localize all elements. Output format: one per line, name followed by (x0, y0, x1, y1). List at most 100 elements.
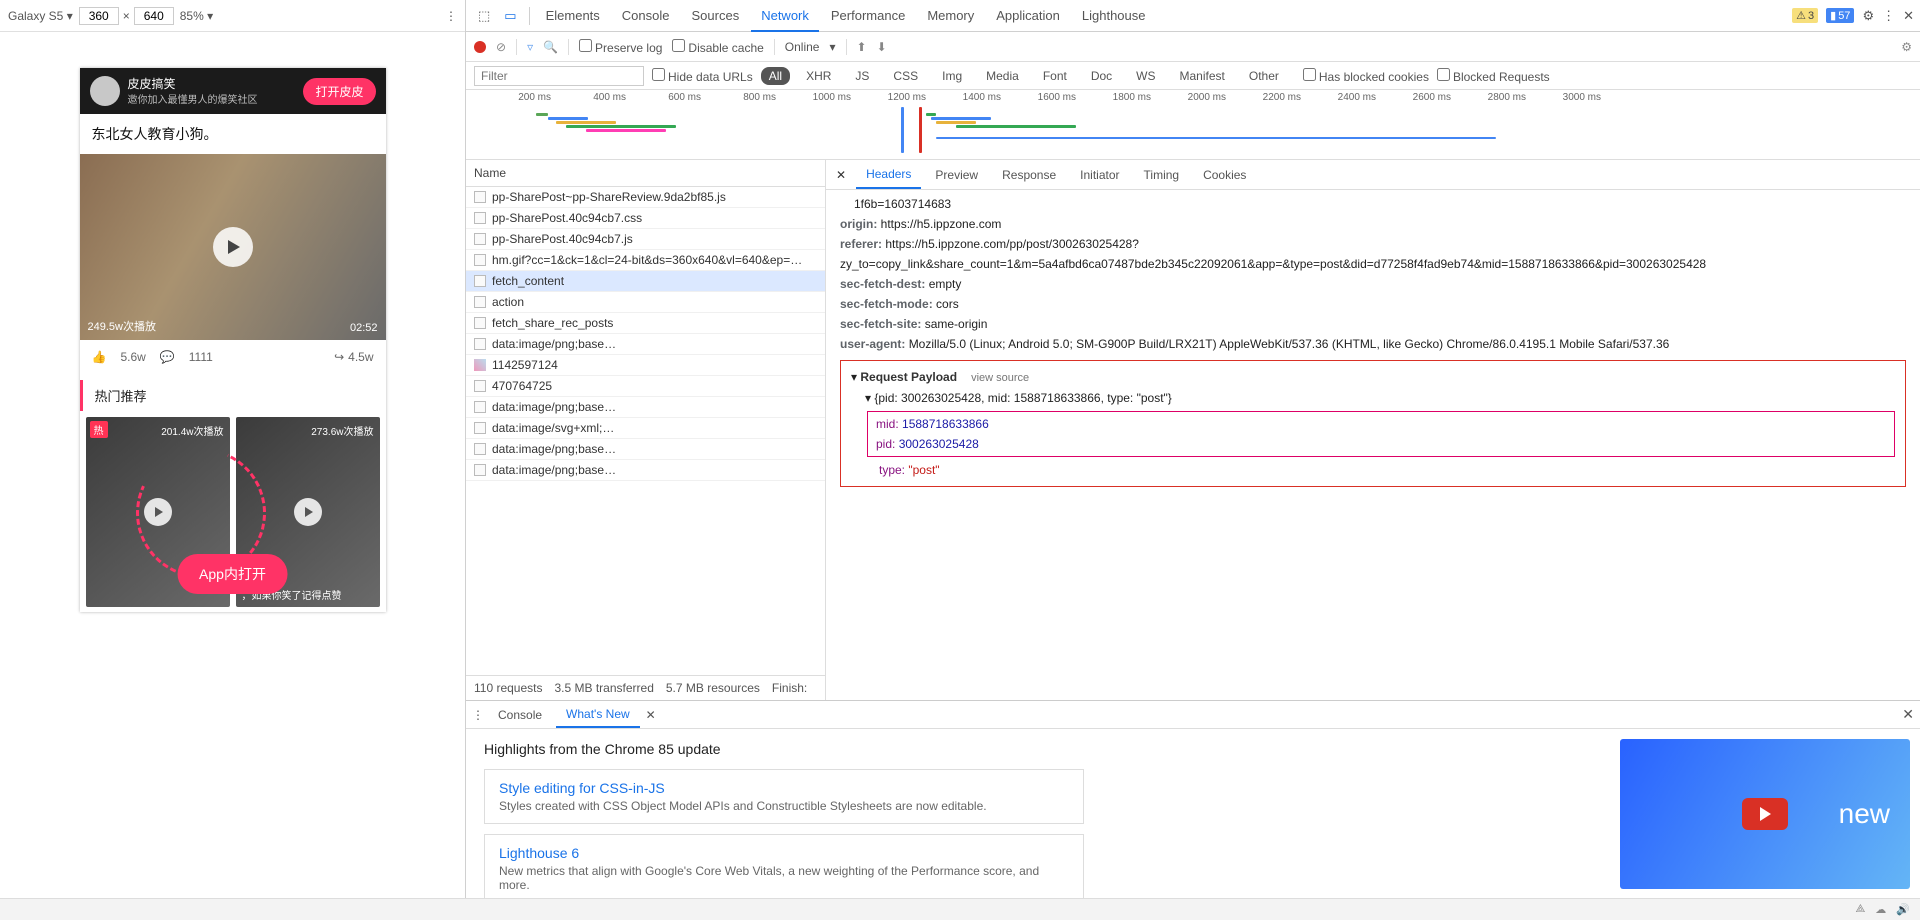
whatsnew-video-thumbnail[interactable]: new (1620, 739, 1910, 889)
drawer-tab-console[interactable]: Console (488, 702, 552, 728)
inspect-icon[interactable]: ⬚ (472, 4, 496, 28)
drawer-tab-whatsnew[interactable]: What's New (556, 701, 640, 728)
viewport-height-input[interactable] (134, 7, 174, 25)
more-icon[interactable]: ⋮ (1882, 8, 1895, 24)
tab-lighthouse[interactable]: Lighthouse (1072, 0, 1156, 31)
request-row[interactable]: pp-SharePost~pp-ShareReview.9da2bf85.js (466, 187, 825, 208)
devtools-drawer: ⋮ Console What's New✕ ✕ Highlights from … (466, 700, 1920, 920)
settings-icon[interactable]: ⚙ (1862, 8, 1874, 24)
request-row[interactable]: fetch_content (466, 271, 825, 292)
request-row[interactable]: 1142597124 (466, 355, 825, 376)
tab-headers[interactable]: Headers (856, 160, 921, 189)
tab-cookies[interactable]: Cookies (1193, 161, 1256, 189)
record-button[interactable] (474, 41, 486, 53)
file-type-icon (474, 464, 486, 476)
share-icon[interactable]: ↪ (334, 350, 344, 364)
blocked-cookies-checkbox[interactable]: Has blocked cookies (1303, 68, 1429, 84)
request-name: fetch_share_rec_posts (492, 316, 613, 330)
drawer-more-icon[interactable]: ⋮ (472, 708, 484, 722)
tab-performance[interactable]: Performance (821, 0, 915, 31)
filter-input[interactable] (474, 66, 644, 86)
network-settings-icon[interactable]: ⚙ (1901, 40, 1912, 54)
whatsnew-card[interactable]: Lighthouse 6New metrics that align with … (484, 834, 1084, 903)
open-in-app-button[interactable]: App内打开 (177, 554, 288, 594)
whatsnew-card[interactable]: Style editing for CSS-in-JSStyles create… (484, 769, 1084, 824)
tab-memory[interactable]: Memory (917, 0, 984, 31)
clear-icon[interactable]: ⊘ (496, 40, 506, 54)
request-row[interactable]: data:image/png;base… (466, 439, 825, 460)
close-detail-icon[interactable]: ✕ (830, 168, 852, 182)
drawer-close-icon[interactable]: ✕ (1902, 706, 1914, 723)
filter-all[interactable]: All (761, 67, 790, 85)
payload-annotation-box: ▾ Request Payloadview source ▾ {pid: 300… (840, 360, 1906, 487)
request-row[interactable]: pp-SharePost.40c94cb7.css (466, 208, 825, 229)
disable-cache-checkbox[interactable]: Disable cache (672, 39, 763, 55)
request-row[interactable]: pp-SharePost.40c94cb7.js (466, 229, 825, 250)
tab-initiator[interactable]: Initiator (1070, 161, 1129, 189)
tab-sources[interactable]: Sources (682, 0, 750, 31)
filter-other[interactable]: Other (1241, 67, 1287, 85)
request-row[interactable]: data:image/png;base… (466, 397, 825, 418)
view-source-link[interactable]: view source (971, 372, 1029, 384)
tab-response[interactable]: Response (992, 161, 1066, 189)
file-type-icon (474, 422, 486, 434)
filter-doc[interactable]: Doc (1083, 67, 1120, 85)
request-row[interactable]: fetch_share_rec_posts (466, 313, 825, 334)
open-app-button[interactable]: 打开皮皮 (303, 78, 375, 105)
timeline-tick: 2000 ms (1151, 92, 1226, 103)
preserve-log-checkbox[interactable]: Preserve log (579, 39, 662, 55)
filter-toggle-icon[interactable]: ▿ (527, 40, 533, 54)
blocked-requests-checkbox[interactable]: Blocked Requests (1437, 68, 1550, 84)
request-row[interactable]: 470764725 (466, 376, 825, 397)
play-icon[interactable] (213, 227, 253, 267)
tab-timing[interactable]: Timing (1134, 161, 1190, 189)
viewport-width-input[interactable] (79, 7, 119, 25)
close-icon[interactable]: ✕ (1903, 8, 1914, 24)
tray-icon[interactable]: ☁ (1875, 903, 1886, 916)
list-header-name[interactable]: Name (466, 160, 825, 187)
drawer-tab-close-icon[interactable]: ✕ (646, 708, 656, 722)
emulator-more-icon[interactable]: ⋮ (445, 9, 457, 23)
card-title: Style editing for CSS-in-JS (499, 780, 1069, 796)
tab-console[interactable]: Console (612, 0, 680, 31)
file-type-icon (474, 359, 486, 371)
timeline-tick: 2600 ms (1376, 92, 1451, 103)
filter-js[interactable]: JS (847, 67, 877, 85)
device-toggle-icon[interactable]: ▭ (498, 4, 522, 28)
tray-icon[interactable]: 🔊 (1896, 903, 1910, 916)
request-row[interactable]: action (466, 292, 825, 313)
download-icon[interactable]: ⬇ (877, 40, 887, 54)
search-icon[interactable]: 🔍 (543, 40, 558, 54)
network-timeline[interactable]: 200 ms400 ms600 ms800 ms1000 ms1200 ms14… (466, 90, 1920, 160)
tray-icon[interactable]: ⟁ (1855, 903, 1865, 916)
hide-data-urls-checkbox[interactable]: Hide data URLs (652, 68, 753, 84)
filter-img[interactable]: Img (934, 67, 970, 85)
payload-type-value: "post" (908, 463, 939, 477)
video-duration: 02:52 (350, 322, 378, 334)
request-row[interactable]: data:image/png;base… (466, 334, 825, 355)
request-row[interactable]: hm.gif?cc=1&ck=1&cl=24-bit&ds=360x640&vl… (466, 250, 825, 271)
tab-application[interactable]: Application (986, 0, 1070, 31)
section-header: 热门推荐 (80, 380, 386, 411)
request-row[interactable]: data:image/svg+xml;… (466, 418, 825, 439)
throttling-select[interactable]: Online ▾ (785, 40, 836, 54)
zoom-select[interactable]: 85% ▾ (180, 9, 213, 23)
upload-icon[interactable]: ⬆ (857, 40, 867, 54)
tab-preview[interactable]: Preview (925, 161, 988, 189)
warnings-badge[interactable]: ⚠ 3 (1792, 8, 1818, 23)
file-type-icon (474, 233, 486, 245)
tab-network[interactable]: Network (751, 0, 819, 32)
comment-icon[interactable]: 💬 (160, 350, 175, 364)
filter-ws[interactable]: WS (1128, 67, 1163, 85)
filter-media[interactable]: Media (978, 67, 1027, 85)
filter-manifest[interactable]: Manifest (1172, 67, 1233, 85)
tab-elements[interactable]: Elements (536, 0, 610, 31)
filter-font[interactable]: Font (1035, 67, 1075, 85)
video-player[interactable]: 249.5w次播放 02:52 (80, 154, 386, 340)
filter-xhr[interactable]: XHR (798, 67, 839, 85)
like-icon[interactable]: 👍 (92, 350, 107, 364)
device-select[interactable]: Galaxy S5 ▾ (8, 9, 73, 23)
messages-badge[interactable]: ▮ 57 (1826, 8, 1854, 23)
request-row[interactable]: data:image/png;base… (466, 460, 825, 481)
filter-css[interactable]: CSS (885, 67, 926, 85)
